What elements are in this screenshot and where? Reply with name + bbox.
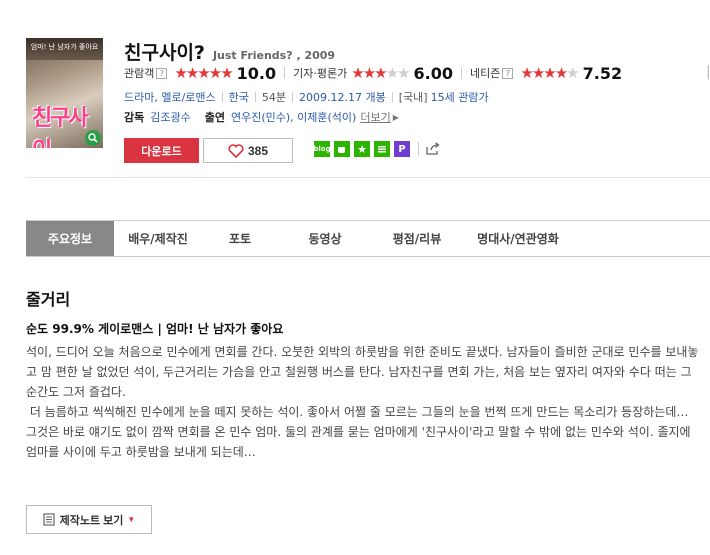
star-filled-icon: ★ [351, 64, 365, 82]
help-icon[interactable]: ? [502, 67, 514, 79]
rating-label: 기자·평론가 [293, 67, 348, 80]
tab-reviews[interactable]: 평점/리뷰 [372, 221, 462, 256]
poster-top-text: 엄마! 난 남자가 좋아요 [26, 38, 103, 60]
synopsis-paragraph: 더 늠름하고 씩씩해진 민수에게 눈을 떼지 못하는 석이. 좋아서 어쩔 줄 … [26, 405, 695, 459]
help-icon[interactable]: ? [156, 67, 168, 79]
meta-row: 드라마, 멜로/로맨스 한국 54분 2009.12.17 개봉 [국내] 15… [124, 88, 489, 106]
tab-quotes-related[interactable]: 명대사/연관영화 [462, 221, 574, 256]
movie-title-en: Just Friends? , 2009 [212, 49, 336, 62]
director-label: 감독 [124, 111, 145, 124]
star-filled-icon: ★ [374, 64, 388, 82]
star-filled-icon: ★ [174, 64, 188, 82]
post-icon[interactable]: P [394, 141, 410, 157]
production-notes-label: 제작노트 보기 [59, 514, 124, 527]
cast-link[interactable]: 연우진(민수), 이제훈(석이) [231, 109, 356, 125]
divider [254, 92, 256, 102]
synopsis-tagline: 순도 99.9% 게이로맨스 | 엄마! 난 남자가 좋아요 [26, 322, 284, 336]
title-row: 친구사이? Just Friends? , 2009 [124, 38, 336, 65]
chevron-right-icon: ▶ [392, 112, 399, 122]
runtime: 54분 [261, 91, 287, 104]
rating-label: 관람객 [124, 67, 155, 80]
star-filled-icon: ★ [185, 64, 200, 82]
divider [418, 142, 419, 156]
age-rating-link[interactable]: 15세 관람가 [431, 89, 489, 105]
star-rating: ★★★★★ [174, 64, 234, 82]
ratings-row: 관람객 ? ★★★★★ 10.0 기자·평론가 ★★★★★ 6.00 네티즌 ?… [124, 62, 622, 84]
star-filled-icon: ★ [554, 64, 569, 82]
tab-bar: 주요정보 배우/제작진 포토 동영상 평점/리뷰 명대사/연관영화 [26, 220, 710, 257]
genre-link[interactable]: 드라마, 멜로/로맨스 [124, 89, 216, 105]
star-filled-icon: ★ [220, 64, 234, 82]
director-link[interactable]: 김조광수 [150, 109, 190, 125]
release-date-link[interactable]: 2009.12.17 개봉 [299, 89, 386, 105]
production-notes-button[interactable]: 제작노트 보기 ▼ [26, 505, 152, 534]
more-link[interactable]: 더보기 [360, 109, 390, 125]
divider [292, 92, 294, 102]
star-filled-icon: ★ [362, 64, 377, 82]
like-button[interactable]: 385 [203, 138, 293, 163]
divider: | [706, 64, 710, 80]
like-count: 385 [247, 143, 269, 158]
rating-critics: 기자·평론가 ★★★★★ 6.00 [293, 64, 453, 83]
document-icon [43, 513, 55, 526]
tab-video[interactable]: 동영상 [278, 221, 372, 256]
rating-label: 네티즌 [469, 67, 501, 80]
share-icon[interactable] [425, 141, 441, 157]
section-title: 줄거리 [26, 290, 71, 309]
star-empty-icon: ★ [397, 64, 411, 82]
synopsis-text: 석이, 드디어 오늘 처음으로 민수에게 면회를 간다. 오붓한 외박의 하룻밤… [26, 342, 702, 462]
download-button[interactable]: 다운로드 [124, 138, 199, 163]
rating-netizen: 네티즌 ? ★★★★★ 7.52 [470, 64, 622, 83]
divider [26, 177, 710, 178]
chevron-down-icon: ▼ [127, 515, 136, 524]
share-bar: blog ★ P [313, 140, 445, 158]
heart-icon [228, 143, 244, 158]
rating-score: 7.52 [582, 63, 623, 83]
star-filled-icon: ★ [197, 64, 211, 82]
tab-main-info[interactable]: 주요정보 [26, 221, 114, 256]
cast-label: 출연 [204, 111, 225, 124]
star-filled-icon: ★ [531, 64, 546, 82]
star-icon[interactable]: ★ [354, 141, 370, 157]
star-filled-icon: ★ [543, 64, 557, 82]
divider [460, 67, 462, 79]
divider [221, 92, 223, 102]
star-rating: ★★★★★ [351, 64, 411, 82]
rating-score: 6.00 [413, 63, 453, 83]
band-icon[interactable] [374, 141, 390, 157]
divider [391, 92, 393, 102]
country-link[interactable]: 한국 [229, 89, 249, 105]
blog-icon[interactable]: blog [313, 141, 331, 157]
star-empty-icon: ★ [385, 64, 400, 82]
zoom-icon[interactable] [85, 130, 101, 146]
tab-photo[interactable]: 포토 [202, 221, 278, 256]
rating-score: 10.0 [236, 63, 277, 83]
cafe-icon[interactable] [334, 141, 350, 157]
tab-cast-crew[interactable]: 배우/제작진 [114, 221, 202, 256]
star-filled-icon: ★ [520, 64, 534, 82]
rating-audience: 관람객 ? ★★★★★ 10.0 [124, 64, 276, 83]
rating-region: [국내] [398, 91, 428, 104]
star-empty-icon: ★ [566, 64, 580, 82]
people-row: 감독 김조광수 출연 연우진(민수), 이제훈(석이) 더보기 ▶ [124, 108, 399, 126]
synopsis-paragraph: 석이, 드디어 오늘 처음으로 민수에게 면회를 간다. 오붓한 외박의 하룻밤… [26, 345, 699, 399]
movie-poster[interactable]: 엄마! 난 남자가 좋아요 친구사이 [26, 38, 103, 148]
star-rating: ★★★★★ [520, 64, 580, 82]
star-filled-icon: ★ [208, 64, 223, 82]
divider [284, 67, 286, 79]
movie-title[interactable]: 친구사이? [124, 38, 205, 65]
